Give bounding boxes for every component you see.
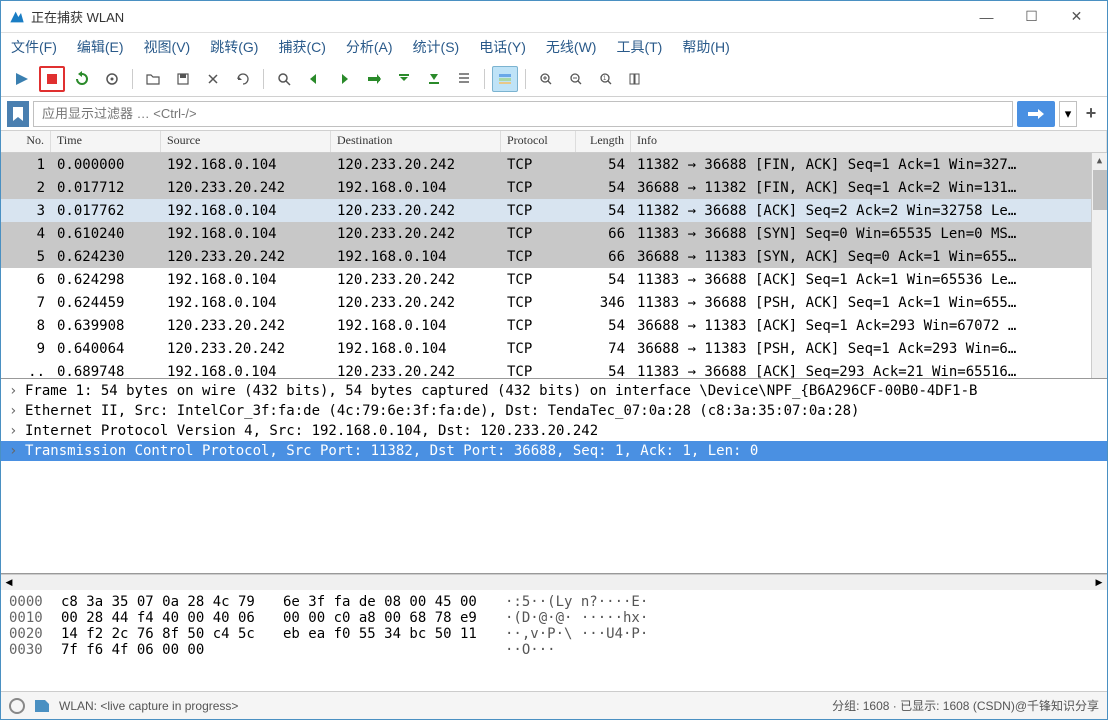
packet-list-header: No. Time Source Destination Protocol Len…: [1, 131, 1107, 153]
filter-dropdown-button[interactable]: ▾: [1059, 101, 1077, 127]
colorize-button[interactable]: [492, 66, 518, 92]
toolbar: 1: [1, 61, 1107, 97]
go-last-button[interactable]: [421, 66, 447, 92]
app-icon: [9, 9, 25, 25]
titlebar: 正在捕获 WLAN — ☐ ✕: [1, 1, 1107, 33]
toolbar-separator: [525, 69, 526, 89]
col-header-length[interactable]: Length: [576, 131, 631, 152]
hex-dump-line[interactable]: 002014 f2 2c 76 8f 50 c4 5ceb ea f0 55 3…: [9, 626, 1099, 642]
packet-list-scrollbar[interactable]: ▲: [1091, 153, 1107, 378]
packet-row[interactable]: 50.624230120.233.20.242192.168.0.104TCP6…: [1, 245, 1107, 268]
menu-statistics[interactable]: 统计(S): [413, 37, 460, 57]
menu-edit[interactable]: 编辑(E): [77, 37, 124, 57]
restart-capture-button[interactable]: [69, 66, 95, 92]
resize-columns-button[interactable]: [623, 66, 649, 92]
window-controls: — ☐ ✕: [964, 2, 1099, 32]
menu-file[interactable]: 文件(F): [11, 37, 57, 57]
packet-details-pane[interactable]: Frame 1: 54 bytes on wire (432 bits), 54…: [1, 379, 1107, 574]
expert-info-icon[interactable]: [9, 698, 25, 714]
packet-row[interactable]: 10.000000192.168.0.104120.233.20.242TCP5…: [1, 153, 1107, 176]
menubar: 文件(F) 编辑(E) 视图(V) 跳转(G) 捕获(C) 分析(A) 统计(S…: [1, 33, 1107, 61]
filter-add-button[interactable]: +: [1081, 101, 1101, 127]
capture-file-icon[interactable]: [33, 698, 51, 714]
packet-bytes-pane[interactable]: 0000c8 3a 35 07 0a 28 4c 796e 3f fa de 0…: [1, 590, 1107, 691]
packet-row[interactable]: 30.017762192.168.0.104120.233.20.242TCP5…: [1, 199, 1107, 222]
packet-row[interactable]: 80.639908120.233.20.242192.168.0.104TCP5…: [1, 314, 1107, 337]
filter-apply-button[interactable]: [1017, 101, 1055, 127]
status-text-left: WLAN: <live capture in progress>: [59, 699, 832, 713]
toolbar-separator: [132, 69, 133, 89]
window-title: 正在捕获 WLAN: [31, 7, 964, 26]
bookmark-icon: [12, 107, 24, 121]
protocol-tree-item[interactable]: Internet Protocol Version 4, Src: 192.16…: [1, 421, 1107, 441]
arrow-right-icon: [1026, 108, 1046, 120]
open-file-button[interactable]: [140, 66, 166, 92]
packet-row[interactable]: 40.610240192.168.0.104120.233.20.242TCP6…: [1, 222, 1107, 245]
col-header-protocol[interactable]: Protocol: [501, 131, 576, 152]
menu-wireless[interactable]: 无线(W): [546, 37, 597, 57]
status-bar: WLAN: <live capture in progress> 分组: 160…: [1, 691, 1107, 719]
zoom-reset-button[interactable]: 1: [593, 66, 619, 92]
go-forward-button[interactable]: [331, 66, 357, 92]
menu-analyze[interactable]: 分析(A): [346, 37, 393, 57]
minimize-button[interactable]: —: [964, 2, 1009, 32]
menu-view[interactable]: 视图(V): [144, 37, 191, 57]
packet-row[interactable]: 20.017712120.233.20.242192.168.0.104TCP5…: [1, 176, 1107, 199]
maximize-button[interactable]: ☐: [1009, 2, 1054, 32]
menu-tools[interactable]: 工具(T): [616, 37, 662, 57]
protocol-tree-item[interactable]: Transmission Control Protocol, Src Port:…: [1, 441, 1107, 461]
col-header-destination[interactable]: Destination: [331, 131, 501, 152]
save-file-button[interactable]: [170, 66, 196, 92]
protocol-tree-item[interactable]: Ethernet II, Src: IntelCor_3f:fa:de (4c:…: [1, 401, 1107, 421]
scroll-left-icon[interactable]: ◀: [1, 575, 17, 590]
scroll-up-icon[interactable]: ▲: [1092, 153, 1107, 169]
hex-dump-line[interactable]: 001000 28 44 f4 40 00 40 0600 00 c0 a8 0…: [9, 610, 1099, 626]
zoom-in-button[interactable]: [533, 66, 559, 92]
close-file-button[interactable]: [200, 66, 226, 92]
col-header-time[interactable]: Time: [51, 131, 161, 152]
col-header-source[interactable]: Source: [161, 131, 331, 152]
col-header-info[interactable]: Info: [631, 131, 1107, 152]
packet-row[interactable]: 70.624459192.168.0.104120.233.20.242TCP3…: [1, 291, 1107, 314]
toolbar-separator: [263, 69, 264, 89]
go-back-button[interactable]: [301, 66, 327, 92]
auto-scroll-button[interactable]: [451, 66, 477, 92]
menu-help[interactable]: 帮助(H): [682, 37, 729, 57]
packet-list-pane[interactable]: No. Time Source Destination Protocol Len…: [1, 131, 1107, 379]
menu-telephony[interactable]: 电话(Y): [479, 37, 526, 57]
close-button[interactable]: ✕: [1054, 2, 1099, 32]
menu-capture[interactable]: 捕获(C): [278, 37, 325, 57]
go-first-button[interactable]: [391, 66, 417, 92]
hex-dump-line[interactable]: 00307f f6 4f 06 00 00··O···: [9, 642, 1099, 658]
filter-bar: ▾ +: [1, 97, 1107, 131]
scroll-right-icon[interactable]: ▶: [1091, 575, 1107, 590]
scroll-thumb[interactable]: [1093, 170, 1107, 210]
find-button[interactable]: [271, 66, 297, 92]
toolbar-separator: [484, 69, 485, 89]
zoom-out-button[interactable]: [563, 66, 589, 92]
menu-go[interactable]: 跳转(G): [210, 37, 258, 57]
filter-bookmark-button[interactable]: [7, 101, 29, 127]
col-header-no[interactable]: No.: [1, 131, 51, 152]
packet-row[interactable]: 90.640064120.233.20.242192.168.0.104TCP7…: [1, 337, 1107, 360]
display-filter-input[interactable]: [33, 101, 1013, 127]
stop-capture-button[interactable]: [39, 66, 65, 92]
scroll-track[interactable]: [17, 575, 1091, 590]
reload-button[interactable]: [230, 66, 256, 92]
details-hscroll[interactable]: ◀ ▶: [1, 574, 1107, 590]
hex-dump-line[interactable]: 0000c8 3a 35 07 0a 28 4c 796e 3f fa de 0…: [9, 594, 1099, 610]
status-text-right: 分组: 1608 · 已显示: 1608 (CSDN)@千锋知识分享: [832, 697, 1099, 714]
capture-options-button[interactable]: [99, 66, 125, 92]
go-to-packet-button[interactable]: [361, 66, 387, 92]
start-capture-button[interactable]: [9, 66, 35, 92]
protocol-tree-item[interactable]: Frame 1: 54 bytes on wire (432 bits), 54…: [1, 381, 1107, 401]
packet-row[interactable]: 60.624298192.168.0.104120.233.20.242TCP5…: [1, 268, 1107, 291]
packet-row[interactable]: ..0.689748192.168.0.104120.233.20.242TCP…: [1, 360, 1107, 379]
